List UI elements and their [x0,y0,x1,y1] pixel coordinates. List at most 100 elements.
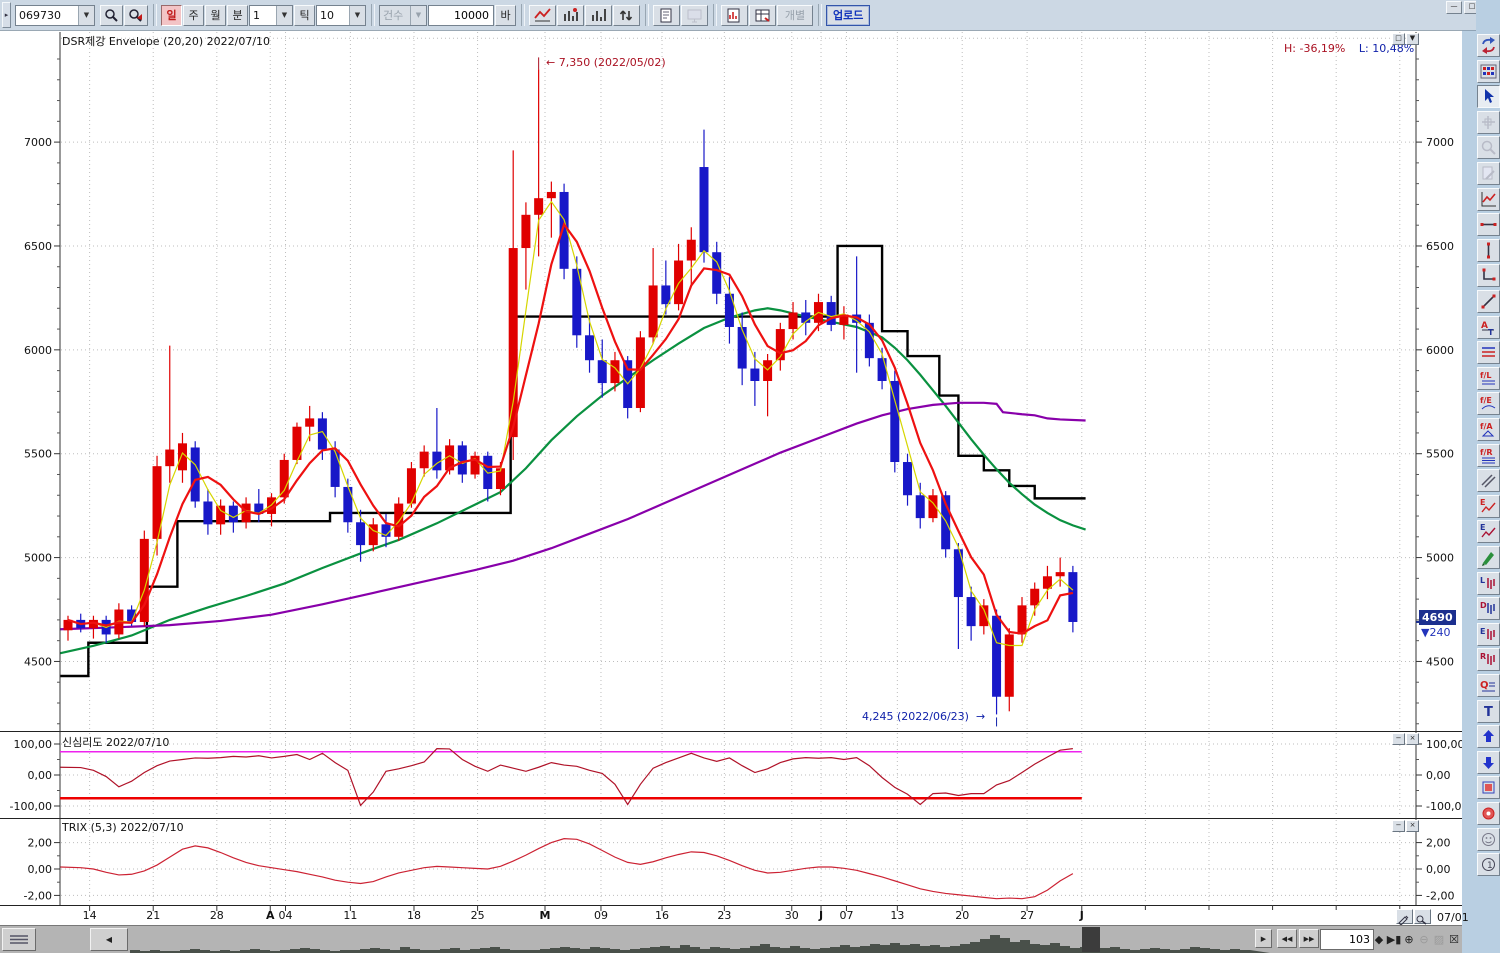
search-button[interactable] [100,5,123,26]
svg-text:R: R [1480,652,1486,661]
step-forward-button[interactable]: ▶▶ [1299,929,1319,948]
fibo-triangle-tool-button[interactable]: f/A [1477,418,1500,441]
fibo-retrace-tool-button[interactable]: f/R [1477,444,1500,467]
candle [1056,572,1065,576]
diagonal-line-tool-button[interactable] [1477,290,1500,313]
candle [534,198,543,215]
minute-combo[interactable]: 1 ▼ [249,5,293,26]
sort-updown-button[interactable] [613,5,640,26]
arrow-up-marker-button[interactable] [1477,725,1500,748]
bar-position-input[interactable] [1320,929,1374,950]
period-week-button[interactable]: 주 [183,5,204,26]
pen-tool-button[interactable] [1477,546,1500,569]
vertical-line-tool-button[interactable] [1477,239,1500,262]
cursor-tool-button[interactable] [1477,85,1500,108]
indicator-settings-button[interactable] [1477,60,1500,83]
tick-button[interactable]: 틱 [294,5,315,26]
to-end-button[interactable]: ▶▮ [1387,931,1401,947]
nav-menu-button[interactable] [2,928,36,951]
angle-line-tool-icon [1479,266,1498,285]
stock-code-combo[interactable]: 069730 ▼ [15,5,95,26]
arrow-down-marker-icon [1479,753,1498,772]
y-axis-label-left: 4500 [24,655,52,668]
svg-text:1: 1 [1487,861,1493,871]
elliott-impulse-tool-button[interactable]: E [1477,520,1500,543]
x-axis-label: 13 [890,909,904,922]
stock-search-button[interactable] [124,5,148,26]
channel-tool-button[interactable] [1477,469,1500,492]
panel-close-button[interactable]: × [1406,820,1419,832]
navigator-handle[interactable] [1082,927,1100,952]
panel-restore-button[interactable]: □ [1392,33,1405,45]
pattern-r-tool-button[interactable]: R [1477,648,1500,671]
period-month-button[interactable]: 월 [205,5,226,26]
channel-tool-icon [1479,471,1498,490]
panel-close-button[interactable]: × [1406,733,1419,745]
period-day-button[interactable]: 일 [161,5,182,26]
candle [165,450,174,467]
cursor-tool-icon [1479,87,1498,106]
candle [827,302,836,325]
nav-scroll-left-button[interactable]: ◀ [90,928,128,951]
draw-edit-button[interactable] [1396,909,1413,924]
data-table-button[interactable] [749,5,776,26]
candle [216,506,225,525]
candle [674,261,683,305]
elliott-wave-tool-button[interactable]: E [1477,495,1500,518]
chevron-down-icon[interactable]: ▼ [78,6,94,25]
trend-chart-tool-button[interactable] [1477,188,1500,211]
pattern-d-tool-button[interactable]: D [1477,597,1500,620]
step-back-button[interactable]: ◀◀ [1277,929,1297,948]
price-change-label: ▼240 [1421,626,1450,639]
table-icon [753,6,772,25]
tick-count-combo[interactable]: 10 ▼ [316,5,366,26]
upload-button[interactable]: 업로드 [826,5,870,26]
chevron-down-icon[interactable]: ▼ [349,6,365,25]
document-button[interactable] [653,5,680,26]
arrow-down-marker-button[interactable] [1477,751,1500,774]
period-minute-button[interactable]: 분 [227,5,248,26]
circle-marker-button[interactable] [1477,802,1500,825]
line-chart-style-button[interactable] [529,5,556,26]
panel-minimize-button[interactable]: − [1392,733,1405,745]
candle [1030,589,1039,606]
panel-collapse-button[interactable]: ▼ [1406,33,1419,45]
chevron-down-icon[interactable]: ▼ [276,6,292,25]
expand-range-button[interactable]: ◆ [1372,931,1386,947]
fibo-lines-tool-icon: f/L [1479,369,1498,388]
panel-minimize-button[interactable]: − [1392,820,1405,832]
horizontal-line-tool-button[interactable] [1477,213,1500,236]
quote-note-tool-button[interactable]: Q [1477,674,1500,697]
crosshair-tool-icon [1479,113,1498,132]
fibo-retrace-tool-icon: f/R [1479,446,1498,465]
price-chart[interactable]: 7000700065006500600060005500550050005000… [0,30,1462,925]
fibo-fan-tool-button[interactable]: f/E [1477,392,1500,415]
fibo-lines-tool-button[interactable]: f/L [1477,367,1500,390]
smiley-marker-button[interactable] [1477,828,1500,851]
parallel-lines-tool-button[interactable] [1477,341,1500,364]
text-tool-button[interactable]: T [1477,700,1500,723]
zoom-edge-button[interactable] [1414,909,1431,924]
svg-text:E: E [1480,627,1485,636]
pattern-e-tool-button[interactable]: E [1477,623,1500,646]
play-button[interactable]: ▶ [1255,929,1272,948]
bottom-navigator: ◀ ▶◀◀▶▶◆▶▮⊕⊖▨☒ [0,925,1462,953]
candle [687,240,696,261]
report-chart-button[interactable] [721,5,748,26]
bar-unit-button[interactable]: 바 [495,5,516,26]
zoom-in-button[interactable]: ⊕ [1402,931,1416,947]
pattern-l-tool-button[interactable]: L [1477,572,1500,595]
angle-line-tool-button[interactable] [1477,264,1500,287]
text-ratio-tool-button[interactable]: AT [1477,316,1500,339]
minimize-button[interactable]: — [1446,1,1462,14]
sub2-axis-label-left: 2,00 [28,837,53,850]
close-nav-button[interactable]: ☒ [1447,931,1461,947]
candle [343,487,352,522]
number-marker-button[interactable]: 1 [1477,853,1500,876]
bar-count-input[interactable] [428,5,494,26]
refresh-button[interactable] [1477,34,1500,57]
volume-indicator-button[interactable] [557,5,584,26]
bar-chart-button[interactable] [585,5,612,26]
square-marker-button[interactable] [1477,776,1500,799]
toolbar-grip[interactable]: ▸ [2,2,11,28]
